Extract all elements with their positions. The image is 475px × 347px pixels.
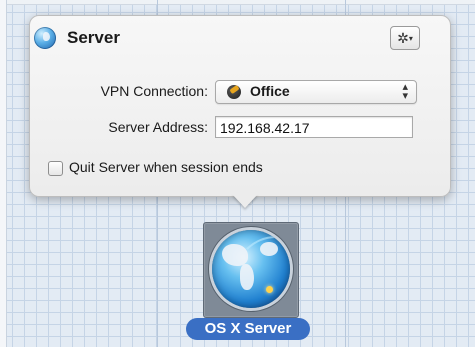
gear-icon: ✲ (397, 30, 409, 46)
updown-arrows-icon: ▴ ▾ (402, 81, 408, 102)
server-address-field[interactable]: 192.168.42.17 (215, 116, 413, 138)
os-x-server-item[interactable] (203, 222, 299, 318)
popover-arrow (232, 194, 258, 208)
gear-menu-button[interactable]: ✲▾ (390, 26, 420, 50)
quit-server-checkbox[interactable] (48, 161, 63, 176)
os-x-server-label[interactable]: OS X Server (186, 318, 310, 340)
os-x-server-globe-icon (212, 230, 290, 308)
vpn-connection-value: Office (250, 83, 290, 99)
vpn-connection-label: VPN Connection: (100, 83, 208, 99)
vpn-office-icon (227, 85, 241, 99)
quit-server-checkbox-label[interactable]: Quit Server when session ends (69, 159, 263, 175)
window-top-edge (0, 0, 475, 5)
window-left-edge (0, 0, 7, 347)
chevron-down-icon: ▾ (408, 34, 413, 43)
popover-title: Server (67, 28, 120, 47)
server-globe-icon (34, 27, 56, 49)
vpn-connection-select[interactable]: Office ▴ ▾ (215, 80, 417, 104)
server-address-label: Server Address: (108, 119, 208, 135)
